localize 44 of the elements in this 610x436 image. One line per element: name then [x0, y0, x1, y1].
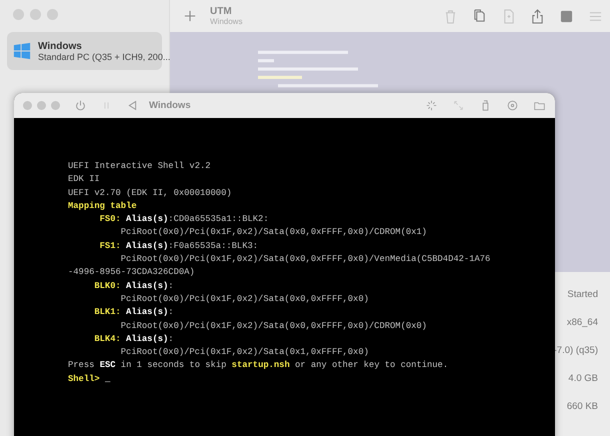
console-line: PciRoot(0x0)/Pci(0x1F,0x2)/Sata(0x0,0xFFFF,0x0) — [120, 292, 370, 306]
console-line: BLK0: Alias(s): — [93, 280, 175, 293]
window-control-icon[interactable] — [13, 9, 24, 20]
console-line: UEFI Interactive Shell v2.2 — [68, 160, 212, 173]
console-line: Mapping table — [68, 200, 138, 213]
console-line: PciRoot(0x0)/Pci(0x1F,0x2)/Sata(0x0,0xFFFF,0x0)/CDROM(0x0) — [120, 320, 428, 333]
console-line: PciRoot(0x0)/Pci(0x1F,0x2)/Sata(0x0,0xFFFF,0x0)/VenMedia(C5BD4D42-1A76 — [120, 253, 492, 266]
power-icon[interactable] — [75, 100, 86, 111]
detail-value: x86_64 — [566, 316, 598, 330]
share-icon[interactable] — [531, 8, 544, 24]
console-line: Press ESC in 1 seconds to skip startup.nsh or any other key to continue. — [68, 359, 450, 372]
console-line: Shell> _ — [68, 372, 112, 386]
windows-logo-icon — [13, 42, 31, 60]
console-line: BLK1: Alias(s): — [93, 306, 175, 320]
console-line: EDK II — [68, 173, 101, 186]
back-icon[interactable] — [127, 100, 138, 111]
console-line: FS0: Alias(s):CD0a65535a1::BLK2: — [98, 213, 270, 226]
detail-value: 660 KB — [566, 400, 598, 414]
vm-window-title: Windows — [149, 100, 191, 111]
resize-icon[interactable] — [453, 100, 464, 111]
trash-icon[interactable] — [444, 8, 457, 24]
document-icon[interactable] — [502, 8, 515, 24]
folder-icon[interactable] — [534, 100, 545, 111]
window-control-icon[interactable] — [47, 9, 58, 20]
console-line: FS1: Alias(s):F0a65535a::BLK3: — [98, 240, 260, 253]
detail-value: 4.0 GB — [568, 372, 598, 386]
vm-description: Standard PC (Q35 + ICH9, 200... — [38, 52, 170, 62]
vm-name: Windows — [38, 40, 83, 52]
console-line: BLK4: Alias(s): — [93, 332, 175, 346]
disc-icon[interactable] — [507, 100, 518, 111]
window-control-icon[interactable] — [30, 9, 41, 20]
console-line: PciRoot(0x0)/Pci(0x1F,0x2)/Sata(0x1,0xFFFF,0x0) — [120, 346, 370, 360]
usb-drive-icon[interactable] — [480, 100, 491, 111]
detail-value: -7.0) (q35) — [554, 344, 598, 358]
console-line: UEFI v2.70 (EDK II, 0x00010000) — [68, 186, 233, 200]
window-subtitle: Windows — [210, 17, 242, 26]
cursor-capture-icon[interactable] — [426, 100, 437, 111]
detail-value: Started — [567, 288, 598, 302]
add-icon[interactable] — [184, 10, 196, 22]
copy-icon[interactable] — [473, 8, 486, 24]
console-line: PciRoot(0x0)/Pci(0x1F,0x2)/Sata(0x0,0xFFFF,0x0)/CDROM(0x1) — [120, 226, 428, 240]
stop-icon[interactable] — [560, 8, 573, 24]
window-title: UTM — [210, 6, 233, 17]
console-line: -4996-8956-73CDA326CD0A) — [68, 266, 196, 280]
